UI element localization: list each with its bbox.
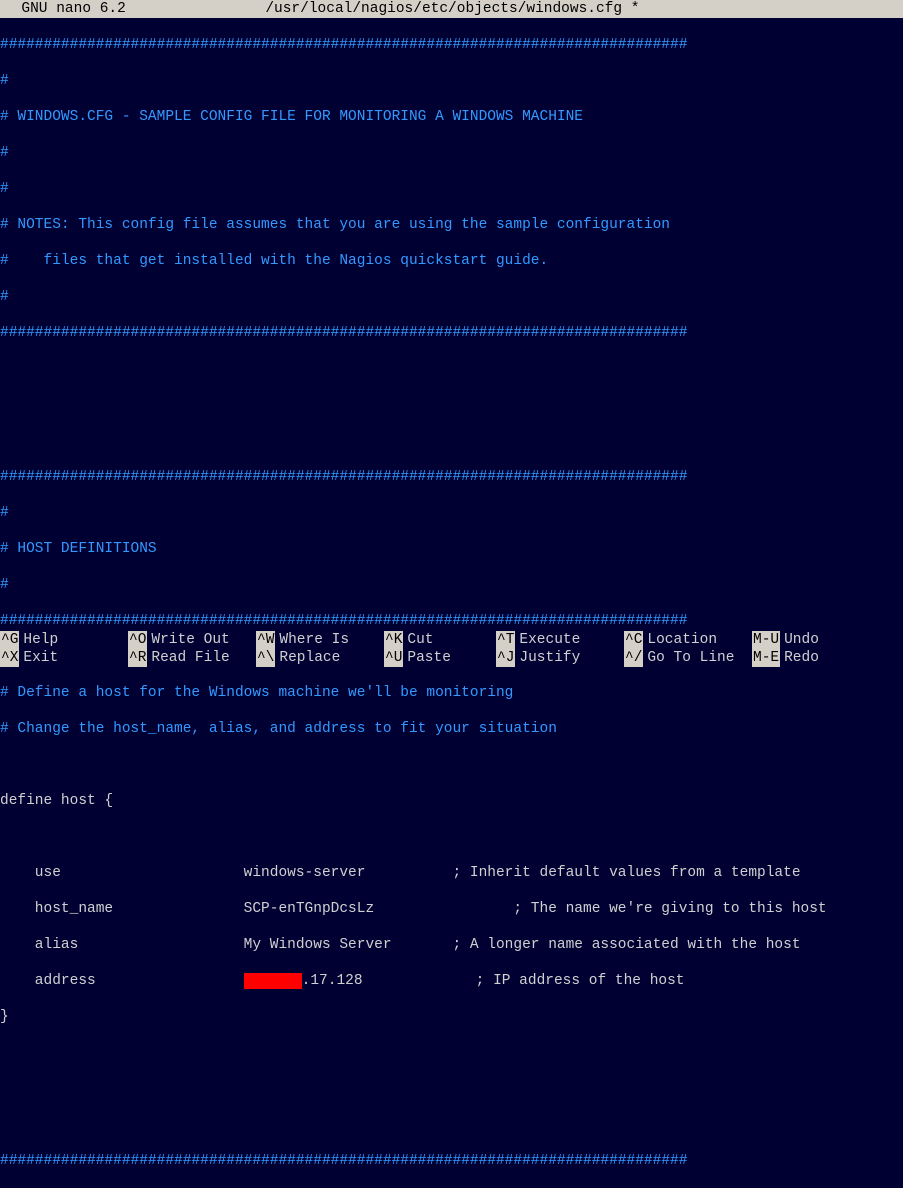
comment-line: # [0, 576, 903, 594]
redacted-ip [244, 973, 302, 989]
comment-line: ########################################… [0, 1152, 903, 1170]
blank-line [0, 1044, 903, 1062]
config-line: use windows-server ; Inherit default val… [0, 864, 903, 882]
file-path: /usr/local/nagios/etc/objects/windows.cf… [126, 0, 779, 18]
blank-line [0, 1080, 903, 1098]
config-line-address: address .17.128 ; IP address of the host [0, 972, 903, 990]
comment-line: ########################################… [0, 612, 903, 630]
comment-line: # NOTES: This config file assumes that y… [0, 216, 903, 234]
shortcut-row: ^GHelp ^OWrite Out ^WWhere Is ^KCut ^TEx… [0, 631, 903, 649]
blank-line [0, 432, 903, 450]
comment-line: # WINDOWS.CFG - SAMPLE CONFIG FILE FOR M… [0, 108, 903, 126]
shortcut-replace[interactable]: ^\Replace [256, 649, 384, 667]
shortcut-justify[interactable]: ^JJustify [496, 649, 624, 667]
shortcut-readfile[interactable]: ^RRead File [128, 649, 256, 667]
shortcut-execute[interactable]: ^TExecute [496, 631, 624, 649]
blank-line [0, 1116, 903, 1134]
comment-line: # [0, 288, 903, 306]
shortcut-cut[interactable]: ^KCut [384, 631, 496, 649]
shortcut-undo[interactable]: M-UUndo [752, 631, 880, 649]
shortcut-exit[interactable]: ^XExit [0, 649, 128, 667]
comment-line: # files that get installed with the Nagi… [0, 252, 903, 270]
shortcut-paste[interactable]: ^UPaste [384, 649, 496, 667]
shortcut-bar: ^GHelp ^OWrite Out ^WWhere Is ^KCut ^TEx… [0, 631, 903, 667]
blank-line [0, 756, 903, 774]
shortcut-writeout[interactable]: ^OWrite Out [128, 631, 256, 649]
config-line: define host { [0, 792, 903, 810]
comment-line: # [0, 504, 903, 522]
config-line: host_name SCP-enTGnpDcsLz ; The name we'… [0, 900, 903, 918]
comment-line: ########################################… [0, 36, 903, 54]
config-line: } [0, 1008, 903, 1026]
comment-line: # [0, 144, 903, 162]
config-line: alias My Windows Server ; A longer name … [0, 936, 903, 954]
comment-line: # Change the host_name, alias, and addre… [0, 720, 903, 738]
shortcut-row: ^XExit ^RRead File ^\Replace ^UPaste ^JJ… [0, 649, 903, 667]
shortcut-redo[interactable]: M-ERedo [752, 649, 880, 667]
app-name: GNU nano 6.2 [4, 0, 126, 18]
comment-line: # HOST DEFINITIONS [0, 540, 903, 558]
comment-line: ########################################… [0, 468, 903, 486]
shortcut-gotoline[interactable]: ^/Go To Line [624, 649, 752, 667]
shortcut-whereis[interactable]: ^WWhere Is [256, 631, 384, 649]
shortcut-location[interactable]: ^CLocation [624, 631, 752, 649]
editor-viewport[interactable]: ########################################… [0, 18, 903, 1188]
shortcut-help[interactable]: ^GHelp [0, 631, 128, 649]
blank-line [0, 360, 903, 378]
comment-line: # [0, 72, 903, 90]
blank-line [0, 396, 903, 414]
comment-line: # Define a host for the Windows machine … [0, 684, 903, 702]
blank-line [0, 828, 903, 846]
comment-line: ########################################… [0, 324, 903, 342]
comment-line: # [0, 180, 903, 198]
titlebar: GNU nano 6.2 /usr/local/nagios/etc/objec… [0, 0, 903, 18]
